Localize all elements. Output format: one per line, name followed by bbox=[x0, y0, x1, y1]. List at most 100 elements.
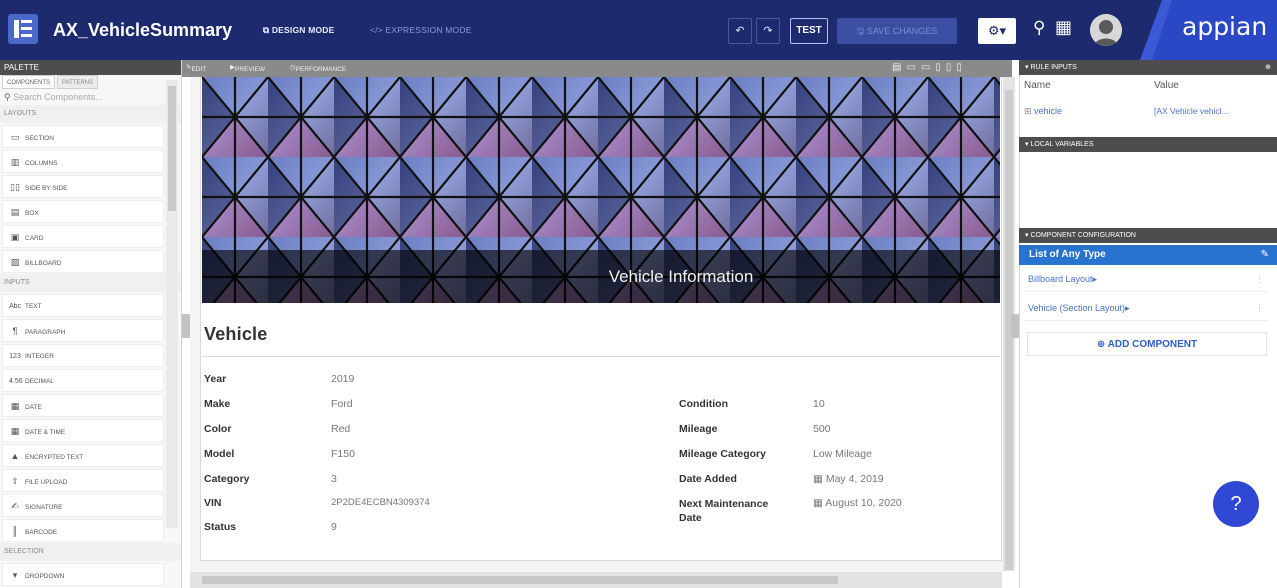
item-label: TEXT bbox=[25, 303, 42, 310]
palette-item-card[interactable]: ▣ CARD bbox=[2, 225, 164, 248]
column-name: Name bbox=[1024, 80, 1051, 91]
apps-grid-icon[interactable]: ▦ bbox=[1055, 17, 1072, 38]
item-label: DECIMAL bbox=[25, 378, 54, 385]
rule-input-row[interactable]: ⊞ vehicle [AX Vehicle vehicl... bbox=[1024, 106, 1274, 117]
palette-scrollbar-thumb[interactable] bbox=[168, 86, 176, 211]
component-configuration-header[interactable]: ▾ COMPONENT CONFIGURATION bbox=[1019, 228, 1277, 243]
field-value: May 4, 2019 bbox=[825, 473, 884, 485]
item-label: BOX bbox=[25, 210, 39, 217]
section-divider bbox=[202, 356, 1000, 357]
drag-handle-icon[interactable]: ⋮ bbox=[1255, 295, 1264, 321]
expression-mode-button[interactable]: </> EXPRESSION MODE bbox=[370, 20, 472, 40]
item-label: FILE UPLOAD bbox=[25, 479, 68, 486]
component-configuration-title: COMPONENT CONFIGURATION bbox=[1030, 232, 1136, 239]
tab-preview[interactable]: ▶ PREVIEW bbox=[230, 63, 265, 73]
text-icon: Abc bbox=[9, 303, 22, 310]
caret-right-icon: ▸ bbox=[1125, 303, 1130, 313]
undo-button[interactable]: ↶ bbox=[728, 18, 752, 44]
selected-component[interactable]: List of Any Type ✎ bbox=[1019, 245, 1277, 265]
caret-right-icon: ▸ bbox=[1092, 274, 1098, 284]
signature-icon: ✍ bbox=[11, 501, 19, 511]
rule-input-name[interactable]: vehicle bbox=[1034, 106, 1062, 116]
expression-mode-icon: </> bbox=[370, 25, 386, 35]
palette-item-file-upload[interactable]: ⇪ FILE UPLOAD bbox=[2, 469, 164, 492]
device-preview-icons[interactable]: ▤▭▭▯▯▯ bbox=[892, 62, 967, 73]
field-value: Ford bbox=[331, 398, 353, 410]
rule-inputs-header[interactable]: ▾ RULE INPUTS ⊕ bbox=[1019, 60, 1277, 75]
palette-item-barcode[interactable]: ║ BARCODE bbox=[2, 519, 164, 542]
palette-item-integer[interactable]: 123 INTEGER bbox=[2, 344, 164, 367]
design-mode-icon: ⧉ bbox=[263, 25, 272, 35]
design-mode-button[interactable]: ⧉ DESIGN MODE bbox=[263, 20, 335, 40]
key-icon[interactable]: ⚲ bbox=[1033, 18, 1045, 38]
collapse-config-handle[interactable] bbox=[1011, 314, 1019, 338]
settings-menu-button[interactable]: ⚙▾ bbox=[978, 18, 1016, 44]
inputs-section-header: INPUTS bbox=[0, 274, 181, 292]
canvas-horizontal-scrollbar-thumb[interactable] bbox=[202, 576, 838, 584]
field-label: Color bbox=[204, 423, 232, 435]
expand-icon[interactable]: ⊞ bbox=[1024, 106, 1034, 116]
item-label: INTEGER bbox=[25, 353, 54, 360]
component-item-billboard[interactable]: Billboard Layout▸ ⋮ bbox=[1024, 266, 1268, 292]
add-rule-input-icon[interactable]: ⊕ bbox=[1265, 60, 1271, 75]
palette-item-date-time[interactable]: ▦ DATE & TIME bbox=[2, 419, 164, 442]
gear-icon: ⚙▾ bbox=[987, 23, 1007, 38]
collapse-palette-handle[interactable] bbox=[182, 314, 190, 338]
palette-item-section[interactable]: ▭ SECTION bbox=[2, 125, 164, 148]
palette-item-box[interactable]: ▤ BOX bbox=[2, 200, 164, 223]
palette-item-date[interactable]: ▦ DATE bbox=[2, 394, 164, 417]
column-value: Value bbox=[1154, 80, 1179, 91]
field-value: F150 bbox=[331, 448, 355, 460]
test-button[interactable]: TEST bbox=[790, 18, 828, 44]
component-item-section[interactable]: Vehicle (Section Layout)▸ ⋮ bbox=[1024, 295, 1268, 321]
field-label: Status bbox=[204, 521, 237, 533]
palette-item-decimal[interactable]: 4.56 DECIMAL bbox=[2, 369, 164, 392]
component-item-label: Vehicle (Section Layout) bbox=[1028, 303, 1126, 313]
item-label: SIGNATURE bbox=[25, 504, 63, 511]
palette-item-columns[interactable]: ▥ COLUMNS bbox=[2, 150, 164, 173]
field-label: Condition bbox=[679, 398, 728, 410]
help-button[interactable]: ? bbox=[1213, 481, 1259, 527]
redo-button[interactable]: ↷ bbox=[756, 18, 780, 44]
tab-performance-label: PERFORMANCE bbox=[295, 66, 347, 73]
tab-performance[interactable]: ◷ PERFORMANCE bbox=[290, 63, 346, 73]
tab-components[interactable]: COMPONENTS bbox=[2, 75, 56, 89]
editor-tab-bar: ✎ EDIT ▶ PREVIEW ◷ PERFORMANCE ▤▭▭▯▯▯ bbox=[182, 60, 1012, 77]
field-value: 500 bbox=[813, 423, 831, 435]
section-title: Vehicle bbox=[204, 324, 268, 344]
item-label: SIDE BY SIDE bbox=[25, 185, 68, 192]
drag-handle-icon[interactable]: ⋮ bbox=[1255, 266, 1264, 292]
rule-input-value[interactable]: [AX Vehicle vehicl... bbox=[1154, 106, 1229, 116]
tab-preview-label: PREVIEW bbox=[235, 66, 265, 73]
field-value: 3 bbox=[331, 473, 337, 485]
tab-patterns[interactable]: PATTERNS bbox=[57, 75, 99, 89]
local-variables-header[interactable]: ▾ LOCAL VARIABLES bbox=[1019, 137, 1277, 152]
billboard-overlay-title: Vehicle Information bbox=[202, 250, 1000, 303]
selected-component-label: List of Any Type bbox=[1029, 249, 1106, 260]
save-changes-button[interactable]: 🖫 SAVE CHANGES bbox=[837, 18, 957, 44]
palette-item-encrypted-text[interactable]: ▲ ENCRYPTED TEXT bbox=[2, 444, 164, 467]
lock-icon: ▲ bbox=[10, 451, 20, 461]
barcode-icon: ║ bbox=[11, 526, 19, 536]
palette-item-dropdown[interactable]: ▾ DROPDOWN bbox=[2, 563, 164, 586]
avatar[interactable] bbox=[1090, 14, 1122, 46]
component-palette: PALETTE COMPONENTS PATTERNS ⚲ Search Com… bbox=[0, 60, 182, 588]
columns-icon: ▥ bbox=[10, 157, 20, 167]
palette-item-signature[interactable]: ✍ SIGNATURE bbox=[2, 494, 164, 517]
date-value: ▦ August 10, 2020 bbox=[813, 497, 902, 509]
tab-edit[interactable]: ✎ EDIT bbox=[186, 63, 206, 73]
palette-item-paragraph[interactable]: ¶ PARAGRAPH bbox=[2, 319, 164, 342]
palette-item-text[interactable]: Abc TEXT bbox=[2, 294, 164, 317]
edit-icon[interactable]: ✎ bbox=[1261, 245, 1269, 265]
component-search-input[interactable]: ⚲ Search Components... bbox=[0, 89, 181, 105]
field-value: 10 bbox=[813, 398, 825, 410]
layouts-section-header: LAYOUTS bbox=[0, 105, 181, 123]
dropdown-icon: ▾ bbox=[12, 570, 18, 580]
add-component-button[interactable]: ⊕ ADD COMPONENT bbox=[1027, 332, 1267, 356]
item-label: COLUMNS bbox=[25, 160, 58, 167]
palette-item-side-by-side[interactable]: ▯▯ SIDE BY SIDE bbox=[2, 175, 164, 198]
palette-item-billboard[interactable]: ▨ BILLBOARD bbox=[2, 250, 164, 273]
field-value: Red bbox=[331, 423, 351, 435]
item-label: PARAGRAPH bbox=[25, 329, 66, 336]
item-label: ENCRYPTED TEXT bbox=[25, 454, 84, 461]
